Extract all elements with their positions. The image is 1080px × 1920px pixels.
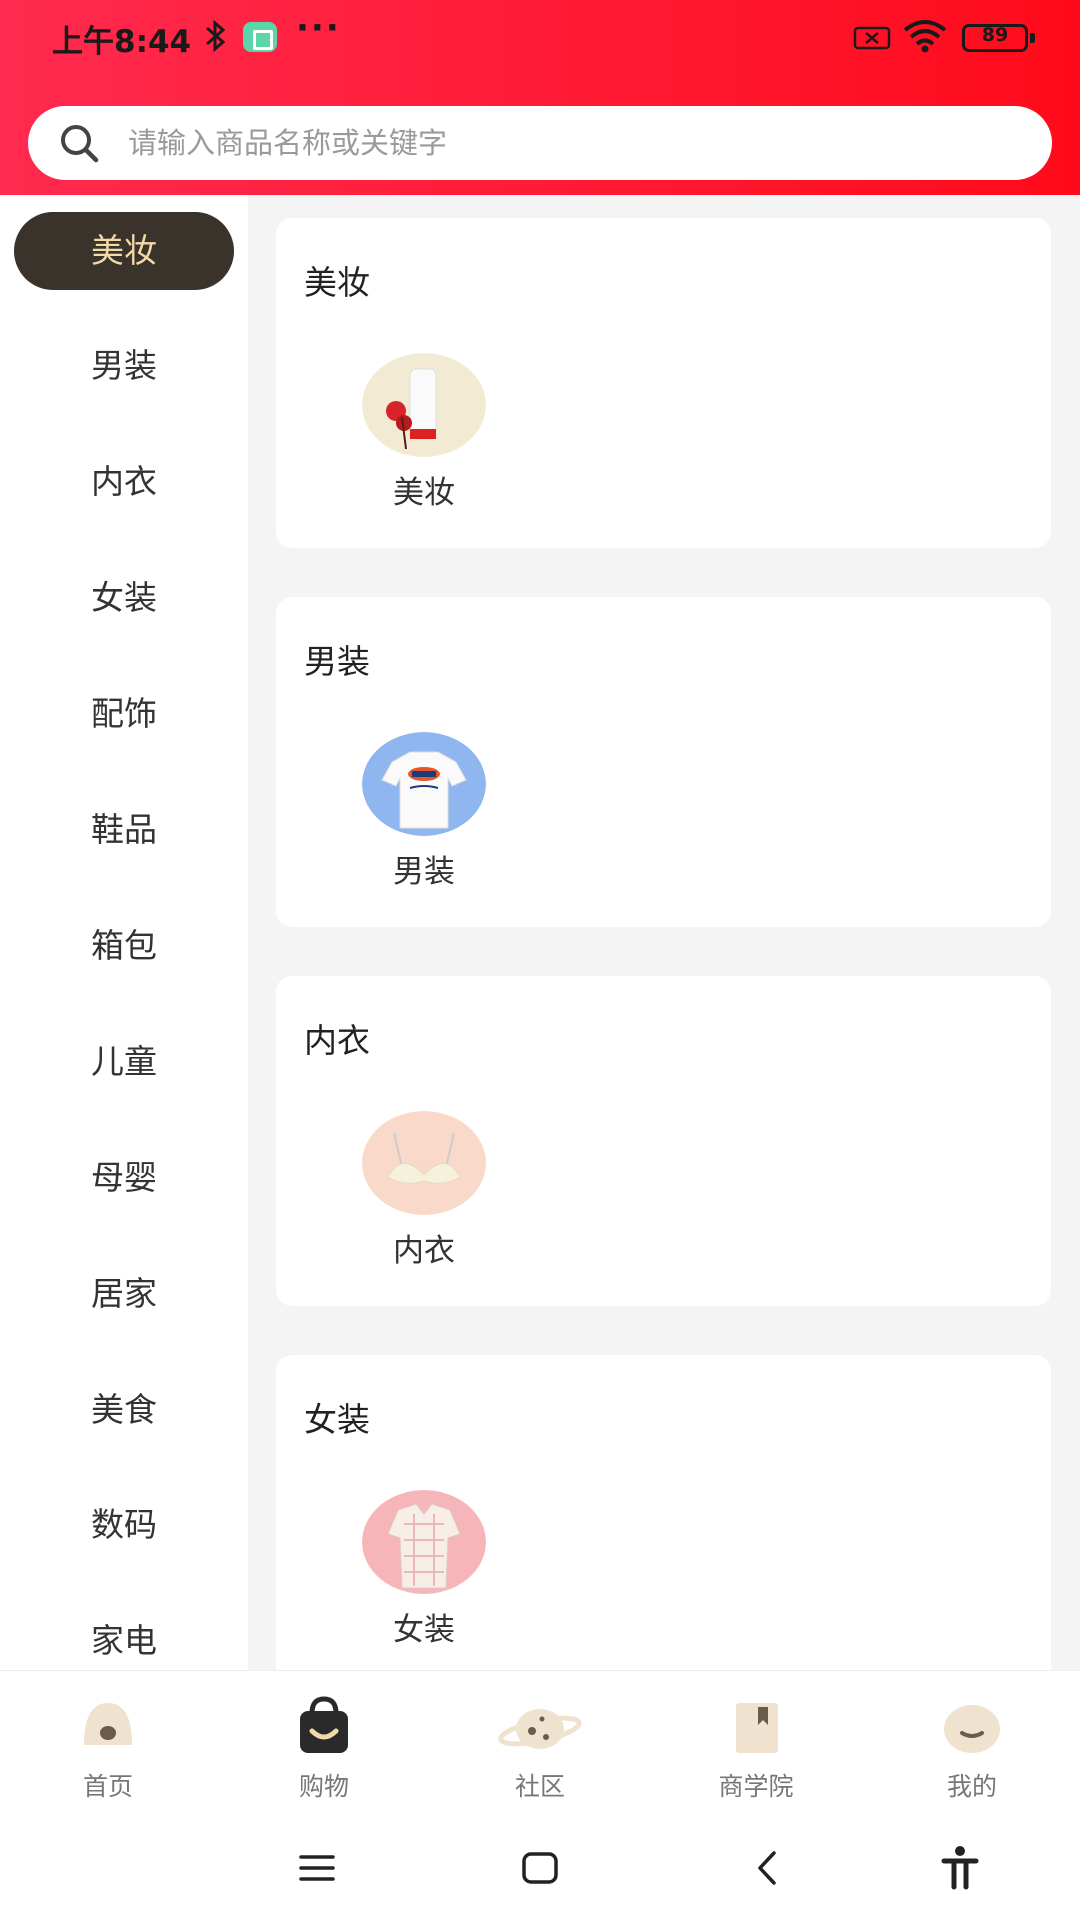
- tab-community[interactable]: 社区: [432, 1671, 648, 1816]
- search-bar[interactable]: [28, 106, 1052, 180]
- sidebar-item-mother-baby[interactable]: 母婴: [14, 1139, 234, 1217]
- bottom-tab-bar: 首页 购物 社区 商学院 我的: [0, 1670, 1080, 1815]
- sidebar-item-kids[interactable]: 儿童: [14, 1023, 234, 1101]
- battery-indicator: 89: [962, 24, 1035, 52]
- sidebar-item-appliances[interactable]: 家电: [14, 1602, 234, 1670]
- header: 上午8:44 ··· 89: [0, 0, 1080, 195]
- menu-icon[interactable]: [287, 1843, 347, 1893]
- category-section: 美妆 美妆: [276, 218, 1051, 548]
- home-button-icon[interactable]: [510, 1843, 570, 1893]
- sidebar-item-bags[interactable]: 箱包: [14, 907, 234, 985]
- sidebar-item-home[interactable]: 居家: [14, 1255, 234, 1333]
- subcategory-label: 男装: [393, 854, 455, 890]
- wifi-icon: [903, 20, 947, 53]
- sidebar-item-shoes[interactable]: 鞋品: [14, 791, 234, 869]
- subcategory-item[interactable]: 男装: [362, 732, 486, 892]
- section-title: 美妆: [304, 263, 370, 302]
- category-section: 内衣 内衣: [276, 976, 1051, 1306]
- more-notifications-icon: ···: [296, 8, 341, 48]
- back-icon[interactable]: [738, 1843, 798, 1893]
- subcategory-item[interactable]: 女装: [362, 1490, 486, 1650]
- product-thumbnail: [362, 1490, 486, 1594]
- sidebar-item-underwear[interactable]: 内衣: [14, 443, 234, 521]
- tab-label: 购物: [298, 1772, 349, 1801]
- sidebar-item-accessories[interactable]: 配饰: [14, 675, 234, 753]
- sidebar-item-menswear[interactable]: 男装: [14, 327, 234, 405]
- product-thumbnail: [362, 353, 486, 457]
- tab-academy[interactable]: 商学院: [648, 1671, 864, 1816]
- category-sidebar: 美妆 男装 内衣 女装 配饰 鞋品 箱包 儿童 母婴 居家 美食 数码 家电: [0, 195, 248, 1670]
- tab-label: 首页: [82, 1772, 133, 1801]
- sidebar-item-food[interactable]: 美食: [14, 1371, 234, 1449]
- accessibility-icon[interactable]: [930, 1843, 990, 1893]
- tab-profile[interactable]: 我的: [864, 1671, 1080, 1816]
- book-icon: [736, 1703, 778, 1753]
- category-section: 女装 女装: [276, 1355, 1051, 1670]
- no-sim-icon: [853, 26, 891, 50]
- section-title: 男装: [304, 642, 370, 681]
- search-input[interactable]: [128, 106, 1008, 180]
- section-title: 内衣: [304, 1021, 370, 1060]
- product-thumbnail: [362, 1111, 486, 1215]
- product-thumbnail: [362, 732, 486, 836]
- subcategory-label: 美妆: [393, 475, 455, 511]
- tab-label: 社区: [514, 1772, 565, 1801]
- tab-home[interactable]: 首页: [0, 1671, 216, 1816]
- section-title: 女装: [304, 1400, 370, 1439]
- tab-label: 商学院: [718, 1772, 794, 1801]
- status-time: 上午8:44: [52, 24, 192, 60]
- tab-label: 我的: [946, 1772, 997, 1801]
- subcategory-item[interactable]: 美妆: [362, 353, 486, 513]
- sidebar-item-beauty[interactable]: 美妆: [14, 212, 234, 290]
- sidebar-item-digital[interactable]: 数码: [14, 1486, 234, 1564]
- subcategory-label: 女装: [393, 1612, 455, 1648]
- system-navigation-bar: [0, 1815, 1080, 1920]
- search-icon: [61, 125, 99, 163]
- profile-icon: [944, 1705, 1000, 1753]
- subcategory-label: 内衣: [393, 1233, 455, 1269]
- subcategory-item[interactable]: 内衣: [362, 1111, 486, 1271]
- status-bar: 上午8:44 ··· 89: [0, 0, 1080, 80]
- category-section: 男装 男装: [276, 597, 1051, 927]
- home-icon: [84, 1703, 132, 1745]
- battery-level: 89: [981, 24, 1009, 46]
- app-notification-icon: [243, 22, 277, 52]
- tab-shopping[interactable]: 购物: [216, 1671, 432, 1816]
- shopping-bag-icon: [300, 1696, 348, 1753]
- category-content: 美妆 美妆 男装 男装 内衣 内衣 女装 女装: [248, 195, 1080, 1670]
- planet-icon: [498, 1709, 582, 1749]
- bluetooth-icon: [206, 19, 226, 53]
- sidebar-item-womenswear[interactable]: 女装: [14, 559, 234, 637]
